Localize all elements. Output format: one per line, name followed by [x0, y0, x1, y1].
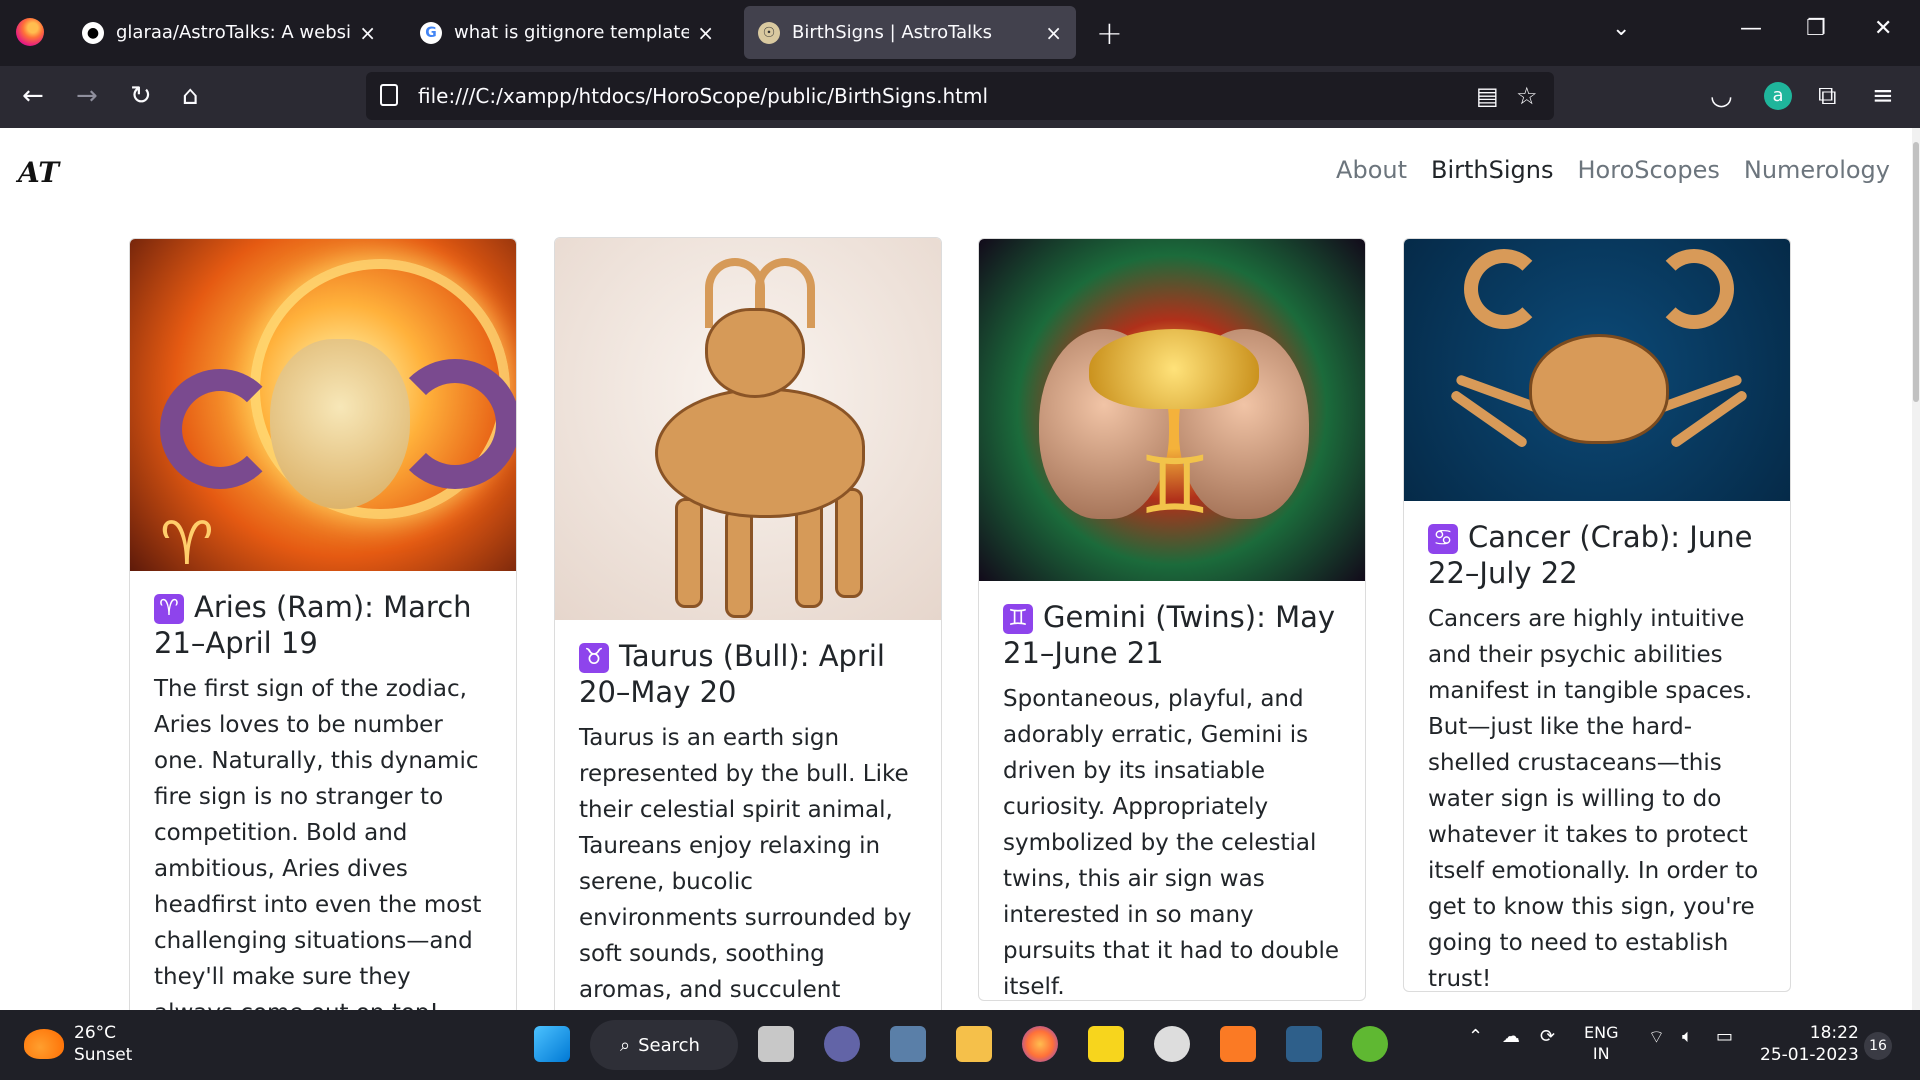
inkscape-icon[interactable]: [1154, 1026, 1190, 1062]
windows-start-icon[interactable]: [534, 1026, 570, 1062]
pocket-icon[interactable]: ◡: [1710, 80, 1733, 112]
page-icon: [380, 84, 398, 106]
app-green-icon[interactable]: [1352, 1026, 1388, 1062]
nav-horoscopes[interactable]: HoroScopes: [1578, 156, 1720, 184]
taskbar-search[interactable]: ⌕ Search: [590, 1020, 738, 1070]
aries-glyph-icon: ♈: [154, 594, 184, 624]
page-scrollbar[interactable]: [1912, 128, 1920, 1010]
url-bar[interactable]: file:///C:/xampp/htdocs/HoroScope/public…: [366, 72, 1554, 120]
onedrive-icon[interactable]: ☁: [1502, 1026, 1520, 1047]
calculator-icon[interactable]: [890, 1026, 926, 1062]
card-title: ♈ Aries (Ram): March 21–April 19: [154, 590, 472, 660]
nav-numerology[interactable]: Numerology: [1744, 156, 1890, 184]
site-nav: About BirthSigns HoroScopes Numerology: [1336, 156, 1890, 184]
tab-label: glaraa/AstroTalks: A website wh: [116, 22, 352, 43]
bookmark-star-icon[interactable]: ☆: [1516, 82, 1538, 110]
windows-taskbar: 26°C Sunset ⌕ Search ⌃ ☁ ⟳ ENG IN ⌔ 🔈︎ ▭…: [0, 1010, 1920, 1080]
browser-tab-bar: ● glaraa/AstroTalks: A website wh × G wh…: [0, 0, 1920, 66]
card-aries: ♈ ♈ Aries (Ram): March 21–April 19 The fi…: [129, 238, 517, 1010]
cancer-image: [1404, 239, 1790, 501]
weather-sunset-icon: [24, 1029, 64, 1059]
tab-github[interactable]: ● glaraa/AstroTalks: A website wh ×: [68, 6, 390, 59]
restore-icon[interactable]: ❐: [1806, 16, 1826, 41]
new-tab-button[interactable]: +: [1096, 14, 1123, 52]
search-icon: ⌕: [620, 1034, 631, 1056]
menu-icon[interactable]: ≡: [1872, 80, 1894, 112]
sync-icon[interactable]: ⟳: [1540, 1026, 1555, 1047]
url-text[interactable]: file:///C:/xampp/htdocs/HoroScope/public…: [418, 84, 988, 108]
battery-icon[interactable]: ▭: [1716, 1026, 1733, 1047]
taurus-image: [555, 238, 941, 620]
tab-google[interactable]: G what is gitignore template - Go ×: [406, 6, 728, 59]
volume-icon[interactable]: 🔈︎: [1682, 1026, 1693, 1047]
card-text: The first sign of the zodiac, Aries love…: [154, 676, 482, 1010]
extension-a-icon[interactable]: a: [1764, 82, 1792, 110]
extensions-icon[interactable]: ⧉: [1818, 80, 1837, 112]
list-all-tabs-icon[interactable]: ⌄: [1612, 16, 1630, 41]
astrotalks-icon: ☉: [758, 21, 780, 44]
language-indicator[interactable]: ENG IN: [1584, 1022, 1618, 1064]
cancer-glyph-icon: ♋: [1428, 524, 1458, 554]
reader-view-icon[interactable]: ▤: [1476, 82, 1499, 110]
card-cancer: ♋ Cancer (Crab): June 22–July 22 Cancers …: [1403, 238, 1791, 992]
card-text: Cancers are highly intuitive and their p…: [1428, 606, 1759, 992]
minimize-icon[interactable]: —: [1740, 16, 1762, 41]
taurus-glyph-icon: ♉: [579, 643, 609, 673]
wifi-icon[interactable]: ⌔: [1648, 1026, 1665, 1049]
mysql-workbench-icon[interactable]: [1286, 1026, 1322, 1062]
close-icon[interactable]: ×: [359, 21, 376, 45]
card-text: Spontaneous, playful, and adorably errat…: [1003, 686, 1340, 1000]
show-hidden-icons-icon[interactable]: ⌃: [1468, 1026, 1483, 1047]
google-icon: G: [420, 21, 442, 44]
tab-label: what is gitignore template - Go: [454, 22, 690, 43]
close-icon[interactable]: ×: [1045, 21, 1062, 45]
browser-nav-bar: ← → ↻ ⌂ file:///C:/xampp/htdocs/HoroScop…: [0, 66, 1920, 128]
task-view-icon[interactable]: [758, 1026, 794, 1062]
card-text: Taurus is an earth sign represented by t…: [579, 725, 912, 1003]
nav-birthsigns[interactable]: BirthSigns: [1431, 156, 1553, 184]
teams-chat-icon[interactable]: [824, 1026, 860, 1062]
site-brand[interactable]: AT: [18, 156, 59, 189]
firefox-taskbar-icon[interactable]: [1022, 1026, 1058, 1062]
card-title: ♊ Gemini (Twins): May 21–June 21: [1003, 600, 1336, 670]
gemini-glyph-icon: ♊: [1003, 604, 1033, 634]
scrollbar-thumb[interactable]: [1913, 142, 1919, 402]
reload-icon[interactable]: ↻: [130, 80, 152, 112]
weather-widget[interactable]: 26°C Sunset: [24, 1022, 132, 1066]
weather-temp: 26°C: [74, 1023, 117, 1043]
back-icon[interactable]: ←: [22, 80, 44, 112]
notification-badge[interactable]: 16: [1864, 1032, 1892, 1060]
home-icon[interactable]: ⌂: [182, 80, 199, 112]
close-icon[interactable]: ×: [697, 21, 714, 45]
sticky-notes-icon[interactable]: [1088, 1026, 1124, 1062]
card-gemini: ♊ ♊ Gemini (Twins): May 21–June 21 Sponta…: [978, 238, 1366, 1001]
firefox-icon[interactable]: [16, 18, 44, 46]
tab-birthsigns[interactable]: ☉ BirthSigns | AstroTalks ×: [744, 6, 1076, 59]
weather-desc: Sunset: [74, 1045, 133, 1065]
xampp-icon[interactable]: [1220, 1026, 1256, 1062]
card-title: ♉ Taurus (Bull): April 20–May 20: [579, 639, 885, 709]
card-title: ♋ Cancer (Crab): June 22–July 22: [1428, 520, 1753, 590]
card-taurus: ♉ Taurus (Bull): April 20–May 20 Taurus i…: [554, 237, 942, 1010]
tab-label: BirthSigns | AstroTalks: [792, 22, 992, 43]
taskbar-clock[interactable]: 18:22 25-01-2023: [1760, 1022, 1859, 1066]
github-icon: ●: [82, 21, 104, 44]
aries-image: ♈: [130, 239, 516, 571]
gemini-image: ♊: [979, 239, 1365, 581]
close-window-icon[interactable]: ✕: [1874, 16, 1892, 41]
nav-about[interactable]: About: [1336, 156, 1407, 184]
forward-icon[interactable]: →: [76, 80, 98, 112]
file-explorer-icon[interactable]: [956, 1026, 992, 1062]
web-page: AT About BirthSigns HoroScopes Numerolog…: [0, 128, 1920, 1010]
